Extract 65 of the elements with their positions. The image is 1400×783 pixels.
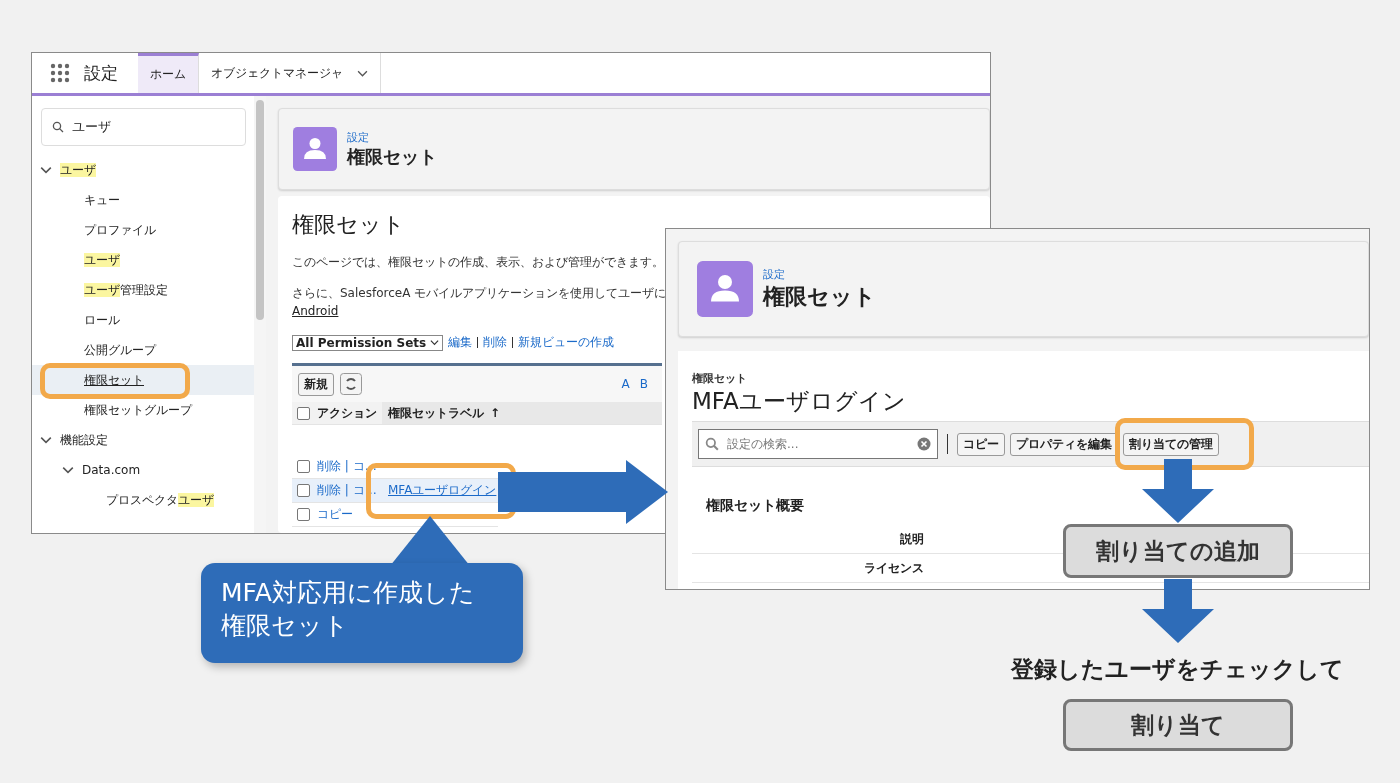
tree-item[interactable]: 権限セットグループ bbox=[32, 395, 254, 425]
android-link[interactable]: Android bbox=[292, 304, 339, 318]
app-title: 設定 bbox=[84, 61, 118, 85]
page-header-title: 権限セット bbox=[763, 282, 876, 311]
tree-item[interactable]: ユーザ管理設定 bbox=[32, 275, 254, 305]
search-icon bbox=[52, 121, 64, 133]
person-icon bbox=[697, 261, 753, 317]
refresh-icon[interactable] bbox=[340, 373, 362, 395]
view-select[interactable]: All Permission Sets bbox=[292, 334, 444, 351]
alphabet-filter-link[interactable]: B bbox=[639, 377, 648, 391]
breadcrumb-link[interactable]: 設定 bbox=[347, 129, 437, 145]
callout-text: MFA対応用に作成した bbox=[221, 577, 475, 609]
table-row[interactable]: 削除 | コ… MFAユーザログイン bbox=[292, 479, 498, 503]
page-title: 権限セット bbox=[292, 211, 405, 239]
tree-item[interactable]: 公開グループ bbox=[32, 335, 254, 365]
scrollbar-thumb[interactable] bbox=[256, 100, 264, 320]
chevron-icon[interactable] bbox=[62, 464, 74, 476]
alphabet-filter-link[interactable]: A bbox=[621, 377, 630, 391]
nav-tab[interactable]: オブジェクトマネージャ bbox=[199, 53, 381, 93]
toolbar-button[interactable]: コピー bbox=[957, 432, 1005, 456]
field-label: ライセンス bbox=[863, 559, 924, 577]
tree-item[interactable]: ロール bbox=[32, 305, 254, 335]
view-link[interactable]: 編集 bbox=[448, 334, 473, 351]
nav-tab[interactable]: ホーム bbox=[138, 53, 199, 93]
view-link[interactable]: 新規ビューの作成 bbox=[518, 334, 615, 351]
toolbar-button[interactable]: プロパティを編集 bbox=[1010, 432, 1118, 456]
chevron-icon bbox=[430, 338, 440, 347]
tree-item[interactable]: Data.com bbox=[32, 455, 254, 485]
column-header[interactable]: アクション bbox=[317, 404, 382, 422]
tree-item[interactable]: プロスペクタユーザ bbox=[32, 485, 254, 515]
tree-item[interactable]: プロファイル bbox=[32, 215, 254, 245]
checkbox[interactable] bbox=[297, 508, 310, 521]
page-description: このページでは、権限セットの作成、表示、および管理ができます。 bbox=[292, 254, 664, 271]
tree-item[interactable]: ユーザ bbox=[32, 155, 254, 185]
person-icon bbox=[293, 127, 337, 171]
tree-item[interactable]: ユーザ bbox=[32, 245, 254, 275]
app-launcher-icon[interactable] bbox=[50, 63, 70, 83]
toolbar-button[interactable]: 割り当ての管理 bbox=[1123, 432, 1219, 456]
column-header[interactable]: 権限セットラベル ↑ bbox=[382, 402, 662, 424]
section-title: 権限セット概要 bbox=[706, 497, 804, 515]
tree-item[interactable]: 機能設定 bbox=[32, 425, 254, 455]
row-action-links[interactable]: コピー bbox=[317, 506, 382, 523]
new-button[interactable]: 新規 bbox=[298, 372, 334, 396]
clear-icon[interactable] bbox=[917, 437, 931, 451]
permission-set-link[interactable]: MFAユーザログイン bbox=[382, 482, 497, 499]
checkbox[interactable] bbox=[297, 484, 310, 497]
step-instruction: 登録したユーザをチェックして bbox=[1011, 655, 1344, 684]
record-title: MFAユーザログイン bbox=[692, 387, 906, 416]
field-label: 説明 bbox=[899, 530, 924, 548]
search-icon bbox=[705, 437, 719, 451]
chevron-icon[interactable] bbox=[40, 164, 52, 176]
checkbox[interactable] bbox=[297, 406, 310, 420]
row-action-links[interactable]: 削除 | コ… bbox=[317, 482, 382, 499]
checkbox[interactable] bbox=[297, 460, 310, 473]
row-action-links[interactable]: 削除 | コ… bbox=[317, 458, 382, 475]
page-header-title: 権限セット bbox=[347, 144, 437, 169]
search-field[interactable]: ユーザ bbox=[41, 108, 246, 146]
chevron-icon[interactable] bbox=[40, 434, 52, 446]
page-note: さらに、SalesforceA モバイルアプリケーションを使用してユーザに bbox=[292, 285, 667, 302]
object-type-label: 権限セット bbox=[692, 371, 747, 386]
callout-text: 権限セット bbox=[221, 609, 349, 642]
view-link[interactable]: 削除 bbox=[483, 334, 508, 351]
tree-item[interactable]: キュー bbox=[32, 185, 254, 215]
breadcrumb-link[interactable]: 設定 bbox=[763, 266, 876, 282]
search-field[interactable]: 設定の検索... bbox=[698, 429, 938, 459]
